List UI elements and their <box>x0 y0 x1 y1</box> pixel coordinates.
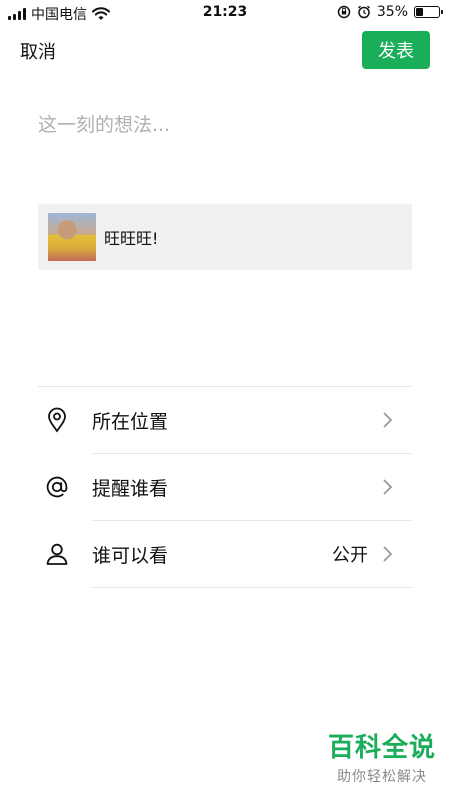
person-icon <box>44 541 70 567</box>
location-pin-icon <box>44 407 70 433</box>
divider-bottom <box>92 587 412 588</box>
status-right: 35% <box>337 4 443 20</box>
thoughts-input[interactable] <box>38 110 412 170</box>
battery-icon <box>414 6 443 18</box>
battery-percent: 35% <box>376 4 408 20</box>
chevron-right-icon <box>383 546 393 562</box>
shared-link-card[interactable]: 旺旺旺! <box>38 204 412 270</box>
status-bar: 中国电信 21:23 35% <box>0 0 450 26</box>
watermark-title: 百科全说 <box>327 733 436 763</box>
mention-row[interactable]: 提醒谁看 <box>38 454 412 520</box>
link-thumbnail <box>48 213 96 261</box>
visibility-label: 谁可以看 <box>92 544 169 567</box>
rotation-lock-icon <box>337 5 351 19</box>
watermark-subtitle: 助你轻松解决 <box>336 769 427 785</box>
chevron-right-icon <box>383 412 393 428</box>
visibility-row[interactable]: 谁可以看 公开 <box>38 521 412 587</box>
visibility-value: 公开 <box>332 545 368 566</box>
watermark: 百科全说 助你轻松解决 <box>328 727 436 786</box>
at-sign-icon <box>44 474 70 500</box>
location-label: 所在位置 <box>92 410 169 433</box>
link-title: 旺旺旺! <box>104 229 159 248</box>
publish-button[interactable]: 发表 <box>362 31 430 69</box>
battery-level <box>416 8 423 16</box>
alarm-icon <box>357 5 370 19</box>
cancel-button[interactable]: 取消 <box>20 38 56 64</box>
location-row[interactable]: 所在位置 <box>38 387 412 453</box>
chevron-right-icon <box>383 479 393 495</box>
mention-label: 提醒谁看 <box>92 477 169 500</box>
